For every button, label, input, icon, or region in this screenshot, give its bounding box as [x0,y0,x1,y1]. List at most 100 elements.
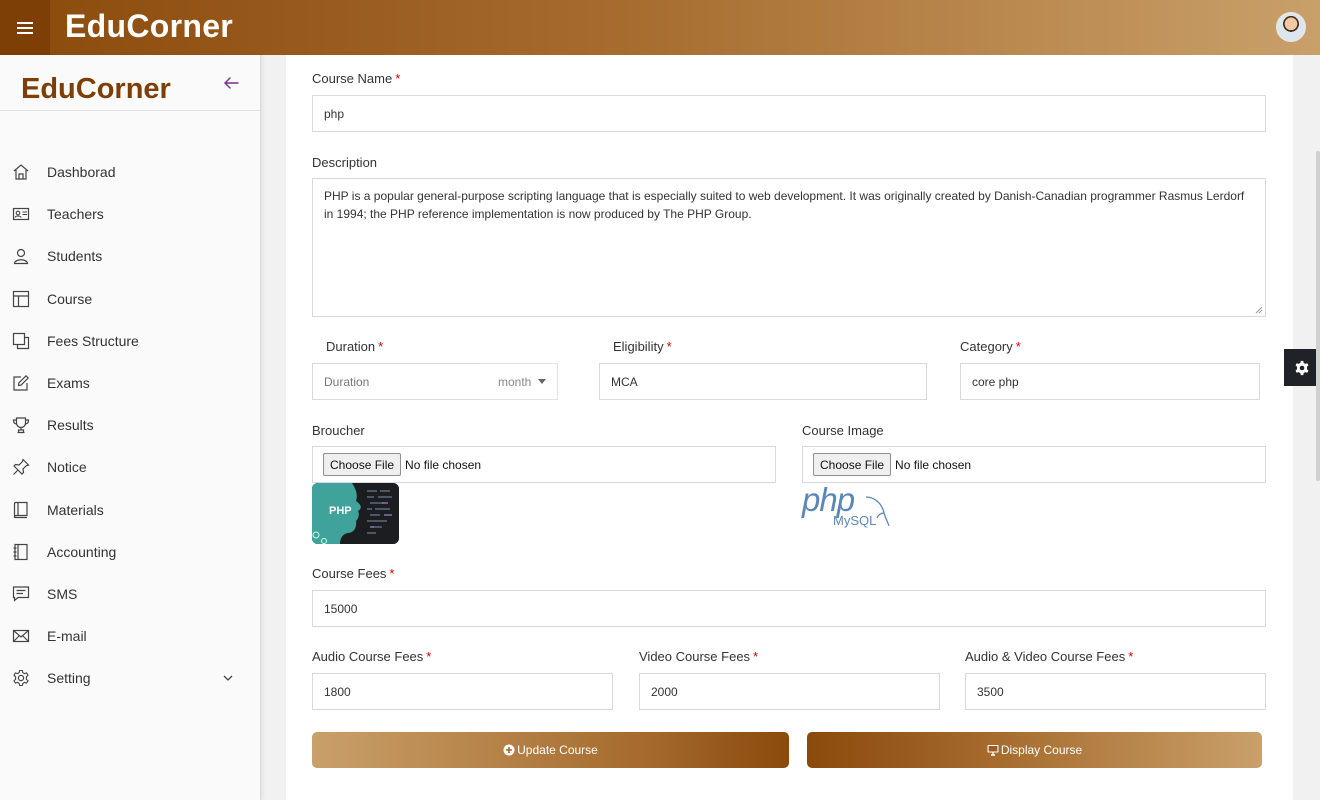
course-image-preview: php MySQL [802,481,890,530]
course-fees-label: Course Fees * [312,566,394,581]
label-text: Course Name [312,71,393,86]
user-icon [13,249,29,265]
course-name-input[interactable]: php [312,95,1266,132]
course-fees-input[interactable]: 15000 [312,590,1266,627]
required-marker: * [753,649,759,664]
eligibility-label: Eligibility * [613,339,672,354]
sidebar-item-notice[interactable]: Notice [0,446,260,488]
sidebar-item-materials[interactable]: Materials [0,489,260,531]
course-image-label: Course Image [802,423,884,438]
eligibility-input[interactable]: MCA [599,363,927,400]
plus-circle-icon [503,744,515,756]
trophy-icon [12,417,30,434]
broucher-file-input[interactable]: Choose File No file chosen [312,446,776,483]
id-card-icon [12,208,30,221]
scrollbar-thumb[interactable] [1316,151,1320,481]
page-scrollbar[interactable] [1316,56,1320,800]
sidebar-item-sms[interactable]: SMS [0,573,260,615]
php-thumbnail-text: PHP [329,505,352,517]
notebook-icon [13,543,28,560]
book-icon [13,501,28,518]
sidebar-divider [0,110,260,111]
top-navbar: EduCorner [0,0,1320,55]
file-status: No file chosen [895,457,972,472]
required-marker: * [1128,649,1134,664]
category-input[interactable]: core php [960,363,1260,400]
sidebar-item-fees-structure[interactable]: Fees Structure [0,320,260,362]
duration-unit-select[interactable]: month [481,363,558,400]
sidebar-item-students[interactable]: Students [0,235,260,277]
audio-fees-label: Audio Course Fees * [312,649,431,664]
monitor-icon [987,745,999,756]
php-thumbnail-graphic [312,483,399,544]
label-text: Video Course Fees [639,649,751,664]
copy-icon [12,332,30,349]
label-text: Audio & Video Course Fees [965,649,1126,664]
sidebar-item-teachers[interactable]: Teachers [0,193,260,235]
video-fees-input[interactable]: 2000 [639,673,940,710]
home-icon [13,164,29,180]
update-course-label: Update Course [517,743,598,757]
required-marker: * [378,339,384,354]
sidebar-item-course[interactable]: Course [0,278,260,320]
resize-handle-icon[interactable] [1255,306,1263,314]
sidebar-item-setting[interactable]: Setting [0,657,260,699]
sidebar-item-label: E-mail [47,628,87,645]
course-image-file-input[interactable]: Choose File No file chosen [802,446,1266,483]
menu-toggle-button[interactable] [0,0,50,55]
label-text: Category [960,339,1013,354]
label-text: Course Fees [312,566,387,581]
pin-icon [13,458,30,476]
sidebar-item-dashboard[interactable]: Dashborad [0,151,260,193]
sidebar-item-label: Setting [47,670,91,687]
user-avatar[interactable] [1276,12,1306,42]
update-course-button[interactable]: Update Course [312,732,789,768]
sidebar-item-label: Materials [47,501,104,518]
sidebar-item-accounting[interactable]: Accounting [0,531,260,573]
sidebar-item-label: Teachers [47,206,104,223]
sidebar-item-label: SMS [47,585,78,602]
required-marker: * [395,71,401,86]
label-text: Duration [326,339,376,354]
chevron-down-icon[interactable] [222,672,234,684]
course-name-label: Course Name * [312,71,400,86]
choose-file-button[interactable]: Choose File [323,453,402,476]
description-text: PHP is a popular general-purpose scripti… [324,189,1245,221]
required-marker: * [426,649,432,664]
sidebar-item-label: Results [47,417,94,434]
sidebar-item-label: Accounting [47,543,117,560]
sidebar-item-label: Notice [47,459,87,476]
required-marker: * [666,339,672,354]
dolphin-icon [865,496,890,527]
sidebar-item-results[interactable]: Results [0,404,260,446]
video-fees-label: Video Course Fees * [639,649,758,664]
description-textarea[interactable]: PHP is a popular general-purpose scripti… [312,178,1266,317]
mail-icon [12,630,30,643]
sidebar-item-label: Students [47,248,103,265]
display-course-label: Display Course [1000,743,1083,757]
sidebar-item-email[interactable]: E-mail [0,615,260,657]
duration-label: Duration * [326,339,383,354]
broucher-preview-image: PHP [312,483,399,544]
audio-fees-input[interactable]: 1800 [312,673,613,710]
label-text: Audio Course Fees [312,649,424,664]
duration-input[interactable]: Duration [312,363,482,400]
sidebar-item-exams[interactable]: Exams [0,362,260,404]
sidebar-brand: EduCorner [21,73,171,105]
audio-video-fees-label: Audio & Video Course Fees * [965,649,1133,664]
sidebar-item-label: Exams [47,375,90,392]
app-brand: EduCorner [65,8,234,44]
label-text: Eligibility [613,339,664,354]
arrow-left-icon[interactable] [222,75,240,91]
required-marker: * [1015,339,1021,354]
display-course-button[interactable]: Display Course [807,732,1262,768]
sidebar-item-label: Fees Structure [47,332,139,349]
choose-file-button[interactable]: Choose File [813,453,892,476]
sidebar-item-label: Dashborad [47,164,116,181]
edit-icon [13,374,30,391]
settings-tab[interactable] [1284,349,1320,386]
audio-video-fees-input[interactable]: 3500 [965,673,1266,710]
required-marker: * [389,566,395,581]
description-label: Description [312,155,378,170]
category-label: Category * [960,339,1021,354]
